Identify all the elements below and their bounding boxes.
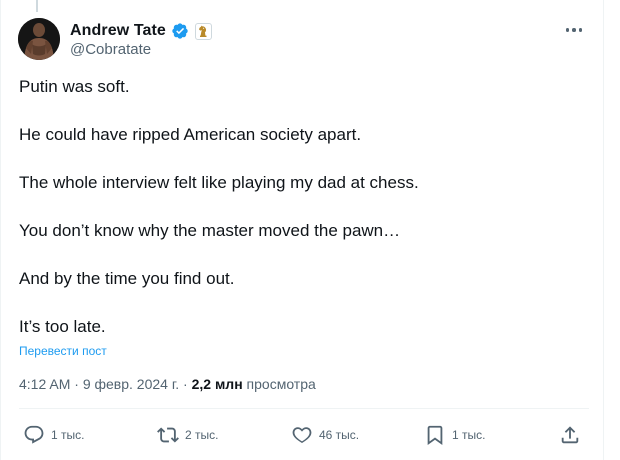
more-icon-dot <box>572 28 576 32</box>
more-icon-dot <box>565 28 570 32</box>
tweet-date[interactable]: 9 февр. 2024 г. <box>83 376 179 392</box>
tweet-text-line: It’s too late. <box>19 317 106 336</box>
translate-post-link[interactable]: Перевести пост <box>19 344 107 358</box>
avatar[interactable] <box>18 18 60 60</box>
thread-connector-line <box>36 0 38 12</box>
more-icon-dot <box>578 28 583 32</box>
repost-icon <box>157 427 179 443</box>
share-icon <box>561 426 579 444</box>
tweet-text-line: And by the time you find out. <box>19 269 235 288</box>
reply-icon <box>24 425 44 444</box>
author-handle[interactable]: @Cobratate <box>70 41 151 58</box>
tweet-text-line: The whole interview felt like playing my… <box>19 173 419 192</box>
views-label: просмотра <box>246 376 316 392</box>
heart-icon <box>292 427 312 443</box>
tweet-card: Andrew Tate @Cobratate Putin was soft. H… <box>0 0 604 460</box>
tweet-text-line: Putin was soft. <box>19 77 130 96</box>
author-name-row: Andrew Tate <box>70 20 212 42</box>
views-count[interactable]: 2,2 млн <box>192 376 243 392</box>
reply-button[interactable]: 1 тыс. <box>23 424 84 446</box>
tweet-text-line: He could have ripped American society ap… <box>19 125 362 144</box>
tweet-meta: 4:12 AM · 9 февр. 2024 г. · 2,2 млн прос… <box>19 376 316 392</box>
share-button[interactable] <box>559 424 581 446</box>
chess-knight-icon <box>199 25 207 37</box>
repost-button[interactable]: 2 тыс. <box>157 424 218 446</box>
repost-count: 2 тыс. <box>185 428 219 442</box>
like-button[interactable]: 46 тыс. <box>291 424 359 446</box>
tweet-text-line: You don’t know why the master moved the … <box>19 221 401 240</box>
bookmark-icon <box>427 425 443 446</box>
more-button[interactable] <box>560 20 588 40</box>
like-count: 46 тыс. <box>319 428 360 442</box>
action-bar: 1 тыс. 2 тыс. 46 тыс. 1 тыс. <box>0 420 604 452</box>
author-display-name[interactable]: Andrew Tate <box>70 22 166 40</box>
verified-badge-icon[interactable] <box>171 22 189 40</box>
avatar-image <box>18 18 60 60</box>
reply-count: 1 тыс. <box>51 428 85 442</box>
affiliate-badge[interactable] <box>194 22 212 40</box>
meta-separator: · <box>74 376 79 392</box>
card-left-border <box>0 0 1 460</box>
meta-separator: · <box>183 376 188 392</box>
bookmark-count: 1 тыс. <box>452 428 486 442</box>
tweet-time[interactable]: 4:12 AM <box>19 376 70 392</box>
actions-divider <box>19 408 589 409</box>
bookmark-button[interactable]: 1 тыс. <box>424 424 485 446</box>
tweet-text: Putin was soft. He could have ripped Ame… <box>19 77 589 341</box>
